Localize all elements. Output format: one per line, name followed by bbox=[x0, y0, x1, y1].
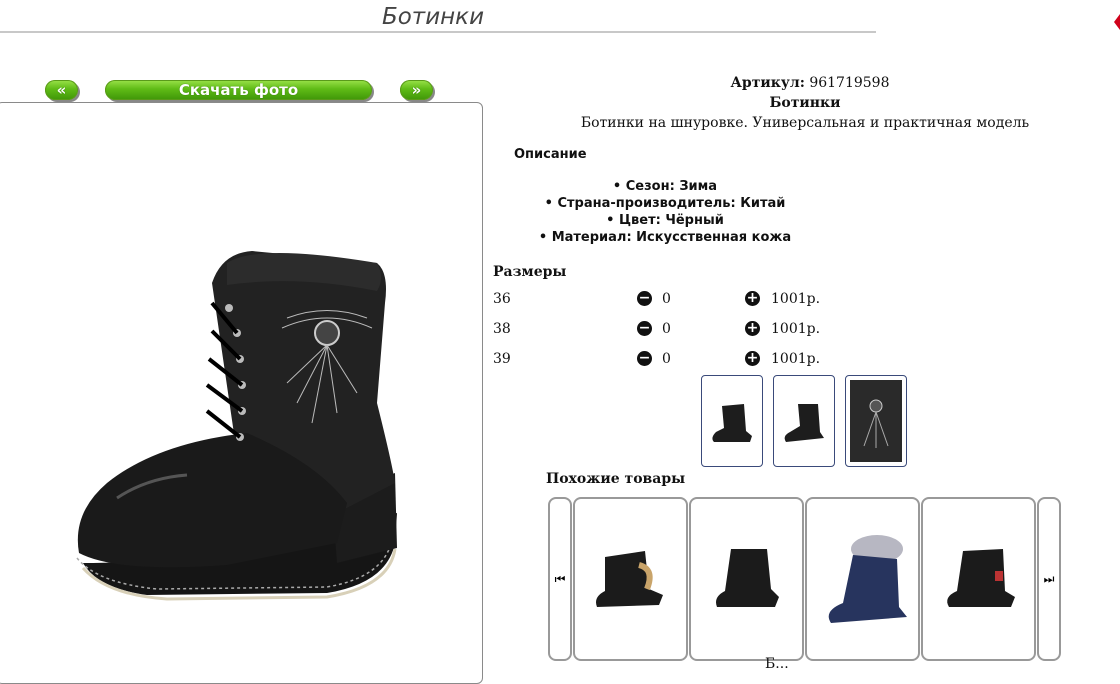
product-name: Ботинки bbox=[769, 95, 841, 111]
feature-item: • Страна-производитель: Китай bbox=[544, 196, 786, 211]
size-label: 38 bbox=[493, 321, 511, 337]
description-heading: Описание bbox=[514, 147, 587, 162]
size-row: 39 − 0 + 1001р. bbox=[493, 351, 853, 371]
main-photo-frame bbox=[0, 102, 483, 684]
minus-icon[interactable]: − bbox=[637, 351, 652, 366]
photo-thumbnail[interactable] bbox=[701, 375, 763, 467]
product-short-description: Ботинки на шнуровке. Универсальная и пра… bbox=[580, 115, 1030, 131]
similar-product-card[interactable] bbox=[805, 497, 920, 661]
skip-previous-icon: ⏮ bbox=[554, 572, 566, 586]
sizes-heading: Размеры bbox=[493, 264, 567, 280]
feature-item: • Цвет: Чёрный bbox=[606, 213, 724, 228]
sku-value: 961719598 bbox=[809, 75, 890, 91]
price-value: 1001р. bbox=[771, 351, 821, 367]
similar-product-card[interactable] bbox=[573, 497, 688, 661]
page-title: Ботинки bbox=[381, 4, 485, 30]
similar-product-card[interactable] bbox=[689, 497, 804, 661]
previous-photo-button[interactable]: « bbox=[45, 80, 78, 100]
size-row: 38 − 0 + 1001р. bbox=[493, 321, 853, 341]
price-value: 1001р. bbox=[771, 291, 821, 307]
sku-row: Артикул: 961719598 bbox=[560, 74, 1060, 92]
minus-icon[interactable]: − bbox=[637, 321, 652, 336]
title-divider bbox=[0, 31, 876, 33]
photo-thumbnail[interactable] bbox=[845, 375, 907, 467]
cut-off-caption: Б... bbox=[765, 656, 789, 672]
size-row: 36 − 0 + 1001р. bbox=[493, 291, 853, 311]
feature-item: • Материал: Искусственная кожа bbox=[538, 230, 792, 245]
plus-icon[interactable]: + bbox=[745, 321, 760, 336]
quantity-value: 0 bbox=[662, 291, 671, 307]
main-boot-photo[interactable] bbox=[0, 103, 482, 683]
edge-decoration-icon bbox=[1114, 14, 1120, 30]
skip-next-icon: ⏭ bbox=[1043, 572, 1055, 586]
size-label: 36 bbox=[493, 291, 511, 307]
sku-label: Артикул: bbox=[730, 75, 805, 91]
carousel-next-button[interactable]: ⏭ bbox=[1037, 497, 1061, 661]
minus-icon[interactable]: − bbox=[637, 291, 652, 306]
carousel-prev-button[interactable]: ⏮ bbox=[548, 497, 572, 661]
plus-icon[interactable]: + bbox=[745, 291, 760, 306]
quantity-value: 0 bbox=[662, 351, 671, 367]
photo-thumbnail[interactable] bbox=[773, 375, 835, 467]
price-value: 1001р. bbox=[771, 321, 821, 337]
similar-products-heading: Похожие товары bbox=[546, 471, 686, 487]
download-photo-button[interactable]: Скачать фото bbox=[105, 80, 372, 100]
plus-icon[interactable]: + bbox=[745, 351, 760, 366]
similar-product-card[interactable] bbox=[921, 497, 1036, 661]
feature-list: • Сезон: Зима • Страна-производитель: Ки… bbox=[495, 178, 835, 246]
quantity-value: 0 bbox=[662, 321, 671, 337]
next-photo-button[interactable]: » bbox=[400, 80, 433, 100]
size-label: 39 bbox=[493, 351, 511, 367]
feature-item: • Сезон: Зима bbox=[612, 179, 718, 194]
